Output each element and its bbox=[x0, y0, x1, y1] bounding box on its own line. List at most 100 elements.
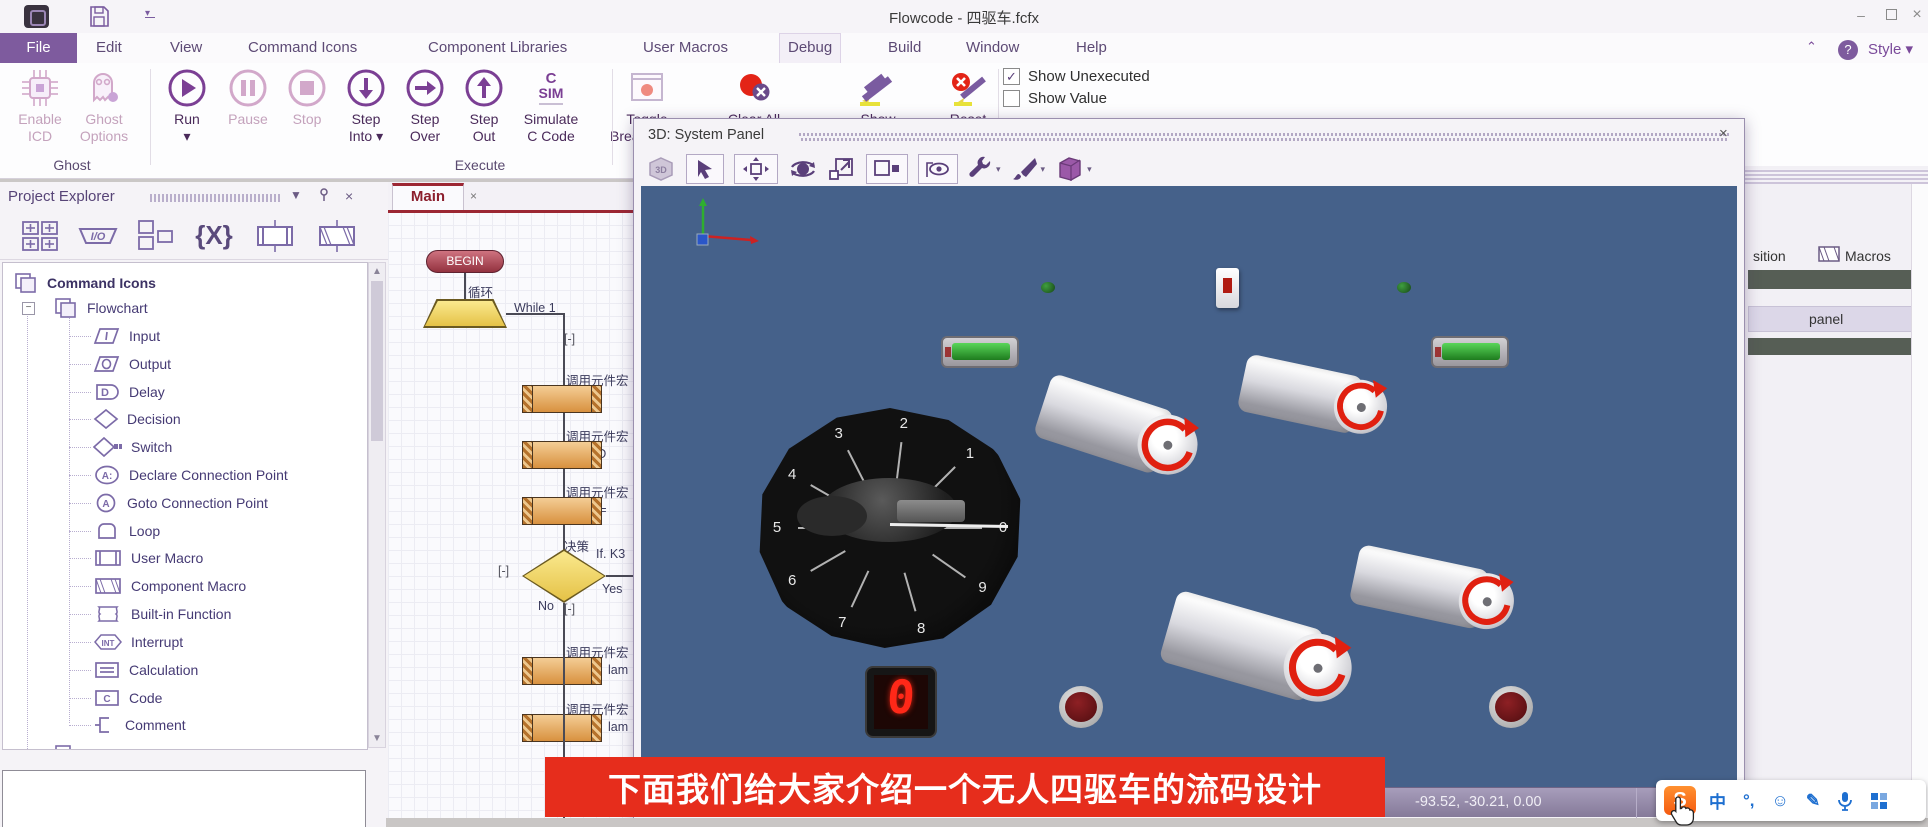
flow-loop-node[interactable] bbox=[423, 299, 507, 328]
ribbon-separator bbox=[612, 69, 613, 165]
brush-icon[interactable]: ▾ bbox=[1011, 155, 1046, 183]
ime-punct-icon[interactable]: °, bbox=[1743, 791, 1755, 811]
ghost-options-button[interactable]: GhostOptions bbox=[59, 65, 149, 145]
menu-help[interactable]: Help bbox=[1076, 33, 1107, 63]
menu-window[interactable]: Window bbox=[966, 33, 1019, 63]
checkbox-show-unexecuted[interactable]: ✓Show Unexecuted bbox=[1003, 67, 1150, 85]
clip-icon[interactable] bbox=[866, 154, 908, 184]
macros-label[interactable]: Macros bbox=[1845, 248, 1891, 264]
select-icon[interactable] bbox=[686, 154, 724, 184]
ribbon-collapse-icon[interactable]: ⌃ bbox=[1806, 39, 1817, 55]
tree-item-component-macro[interactable]: Component Macro bbox=[93, 574, 246, 598]
ime-mic-icon[interactable] bbox=[1837, 791, 1853, 811]
collapse-marker[interactable]: [-] bbox=[498, 564, 509, 578]
table-row[interactable]: panel bbox=[1748, 306, 1928, 332]
switch-component[interactable] bbox=[1216, 268, 1239, 308]
menu-command-icons[interactable]: Command Icons bbox=[248, 33, 357, 63]
led-dot[interactable] bbox=[1041, 282, 1055, 293]
menu-user-macros[interactable]: User Macros bbox=[643, 33, 728, 63]
tree-item-calculation[interactable]: Calculation bbox=[93, 658, 198, 682]
component-macro-node[interactable] bbox=[522, 657, 602, 685]
io-icon[interactable]: I/O bbox=[76, 221, 120, 251]
component-macro-node[interactable] bbox=[522, 714, 602, 742]
help-icon[interactable]: ? bbox=[1838, 40, 1858, 60]
tree-item-state-diagram[interactable]: State Diagram bbox=[53, 743, 176, 750]
tree-item-delay[interactable]: DDelay bbox=[93, 380, 165, 404]
checkbox-show-value[interactable]: Show Value bbox=[1003, 89, 1107, 107]
ime-punct-icon[interactable]: ✎ bbox=[1806, 791, 1820, 811]
panel-drag-handle[interactable] bbox=[1745, 169, 1928, 184]
tree-item-declare-connection-point[interactable]: A:Declare Connection Point bbox=[93, 463, 288, 487]
seven-segment-display[interactable]: 0 bbox=[865, 666, 937, 738]
cube-3d-icon[interactable]: 3D bbox=[646, 155, 676, 183]
scrollbar-thumb[interactable] bbox=[371, 281, 383, 441]
maximize-button[interactable] bbox=[1878, 4, 1904, 26]
tree-expander-icon[interactable]: − bbox=[22, 302, 35, 315]
tree-scrollbar[interactable]: ▲ ▼ bbox=[368, 262, 386, 748]
resize-icon[interactable] bbox=[828, 155, 856, 183]
tree-item-loop[interactable]: Loop bbox=[93, 519, 160, 543]
component-macro-node[interactable] bbox=[522, 441, 602, 469]
tree-item-goto-connection-point[interactable]: AGoto Connection Point bbox=[93, 491, 268, 515]
led-dot[interactable] bbox=[1397, 282, 1411, 293]
panel-close-icon[interactable]: × bbox=[345, 188, 353, 204]
3d-panel-close-icon[interactable]: × bbox=[1719, 125, 1728, 142]
menu-debug[interactable]: Debug bbox=[779, 33, 841, 64]
component-macro-icon[interactable] bbox=[314, 220, 360, 252]
tree-item-command-icons[interactable]: Command Icons bbox=[13, 271, 156, 295]
solid-icon[interactable]: ▾ bbox=[1055, 155, 1092, 183]
scroll-up-icon[interactable]: ▲ bbox=[372, 266, 382, 277]
ime-grid-icon[interactable] bbox=[1870, 792, 1888, 810]
component-macro-node[interactable] bbox=[522, 497, 602, 525]
orbit-icon[interactable] bbox=[788, 155, 818, 183]
menu-edit[interactable]: Edit bbox=[96, 33, 122, 63]
flow-begin-node[interactable]: BEGIN bbox=[426, 250, 504, 273]
tree-expander-icon[interactable]: − bbox=[22, 749, 35, 750]
close-button[interactable]: × bbox=[1904, 4, 1928, 26]
menu-component-libraries[interactable]: Component Libraries bbox=[428, 33, 567, 63]
3d-panel-drag-handle[interactable] bbox=[799, 133, 1729, 142]
windows-icon[interactable] bbox=[136, 219, 176, 253]
menu-build[interactable]: Build bbox=[888, 33, 921, 63]
menu-file[interactable]: File bbox=[0, 33, 77, 63]
rotary-dial-component[interactable]: 0987654321 bbox=[757, 408, 1023, 648]
scroll-down-icon[interactable]: ▼ bbox=[372, 733, 382, 744]
user-macro-icon[interactable] bbox=[252, 220, 298, 252]
tree-item-user-macro[interactable]: User Macro bbox=[93, 546, 203, 570]
ime-punct-icon[interactable]: 中 bbox=[1709, 788, 1726, 813]
led-bar-component[interactable] bbox=[1431, 336, 1509, 368]
red-button-component[interactable] bbox=[1059, 686, 1103, 728]
red-button-component[interactable] bbox=[1489, 686, 1533, 728]
pin-icon[interactable] bbox=[318, 188, 330, 202]
eye-icon[interactable] bbox=[918, 154, 958, 184]
tree-item-interrupt[interactable]: INTInterrupt bbox=[93, 630, 183, 654]
ime-punct-icon[interactable]: ☺ bbox=[1772, 791, 1789, 811]
collapse-marker[interactable]: [-] bbox=[564, 332, 575, 346]
grid-plus-icon[interactable] bbox=[20, 219, 60, 253]
3d-viewport[interactable]: 0987654321 0 bbox=[641, 186, 1737, 787]
tree-item-input[interactable]: Input bbox=[93, 324, 160, 348]
tree-item-comment[interactable]: Comment bbox=[93, 713, 186, 737]
style-dropdown[interactable]: Style ▾ bbox=[1868, 40, 1913, 58]
tab-close-icon[interactable]: × bbox=[470, 189, 477, 203]
flow-decision-node[interactable] bbox=[522, 549, 606, 603]
panel-menu-icon[interactable]: ▼ bbox=[290, 188, 302, 202]
tree-item-flowchart[interactable]: Flowchart bbox=[53, 296, 148, 320]
macros-icon bbox=[1817, 244, 1841, 264]
led-bar-component[interactable] bbox=[941, 336, 1019, 368]
braces-x-icon[interactable]: {X} bbox=[192, 220, 236, 252]
pan-icon[interactable] bbox=[734, 154, 778, 184]
component-macro-node[interactable] bbox=[522, 385, 602, 413]
simulate-c-code-button[interactable]: CSIM SimulateC Code bbox=[506, 65, 596, 145]
tree-item-built-in-function[interactable]: Built-in Function bbox=[93, 602, 231, 626]
minimize-button[interactable]: – bbox=[1848, 4, 1874, 26]
tab-main[interactable]: Main bbox=[392, 183, 464, 210]
panel-drag-handle[interactable] bbox=[150, 194, 280, 202]
tree-item-code[interactable]: CCode bbox=[93, 686, 162, 710]
tree-item-output[interactable]: Output bbox=[93, 352, 171, 376]
menu-view[interactable]: View bbox=[170, 33, 202, 63]
tree-item-decision[interactable]: Decision bbox=[93, 407, 181, 431]
collapse-marker[interactable]: [-] bbox=[564, 602, 575, 616]
wrench-icon[interactable]: ▾ bbox=[968, 155, 1001, 183]
tree-item-switch[interactable]: Switch bbox=[93, 435, 172, 459]
